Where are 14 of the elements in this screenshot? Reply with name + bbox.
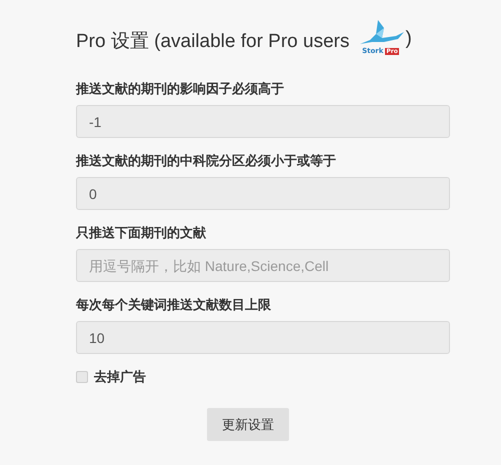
input-field[interactable]: 0 [76, 177, 450, 210]
bird-logo-icon [358, 20, 404, 46]
section-title: Pro 设置 (available for Pro users [76, 30, 350, 54]
checkbox-label: 去掉广告 [94, 368, 146, 386]
update-settings-button[interactable]: 更新设置 [207, 408, 289, 441]
field-label: 推送文献的期刊的中科院分区必须小于或等于 [76, 152, 337, 170]
field-label: 每次每个关键词推送文献数目上限 [76, 296, 272, 314]
closing-paren: ) [406, 28, 412, 50]
input-field[interactable]: -1 [76, 105, 450, 138]
checkbox[interactable] [76, 371, 88, 383]
input-field[interactable]: 用逗号隔开，比如 Nature,Science,Cell [76, 249, 450, 282]
field-label: 推送文献的期刊的影响因子必须高于 [76, 80, 285, 98]
input-field[interactable]: 10 [76, 321, 450, 354]
field-label: 只推送下面期刊的文献 [76, 224, 207, 242]
